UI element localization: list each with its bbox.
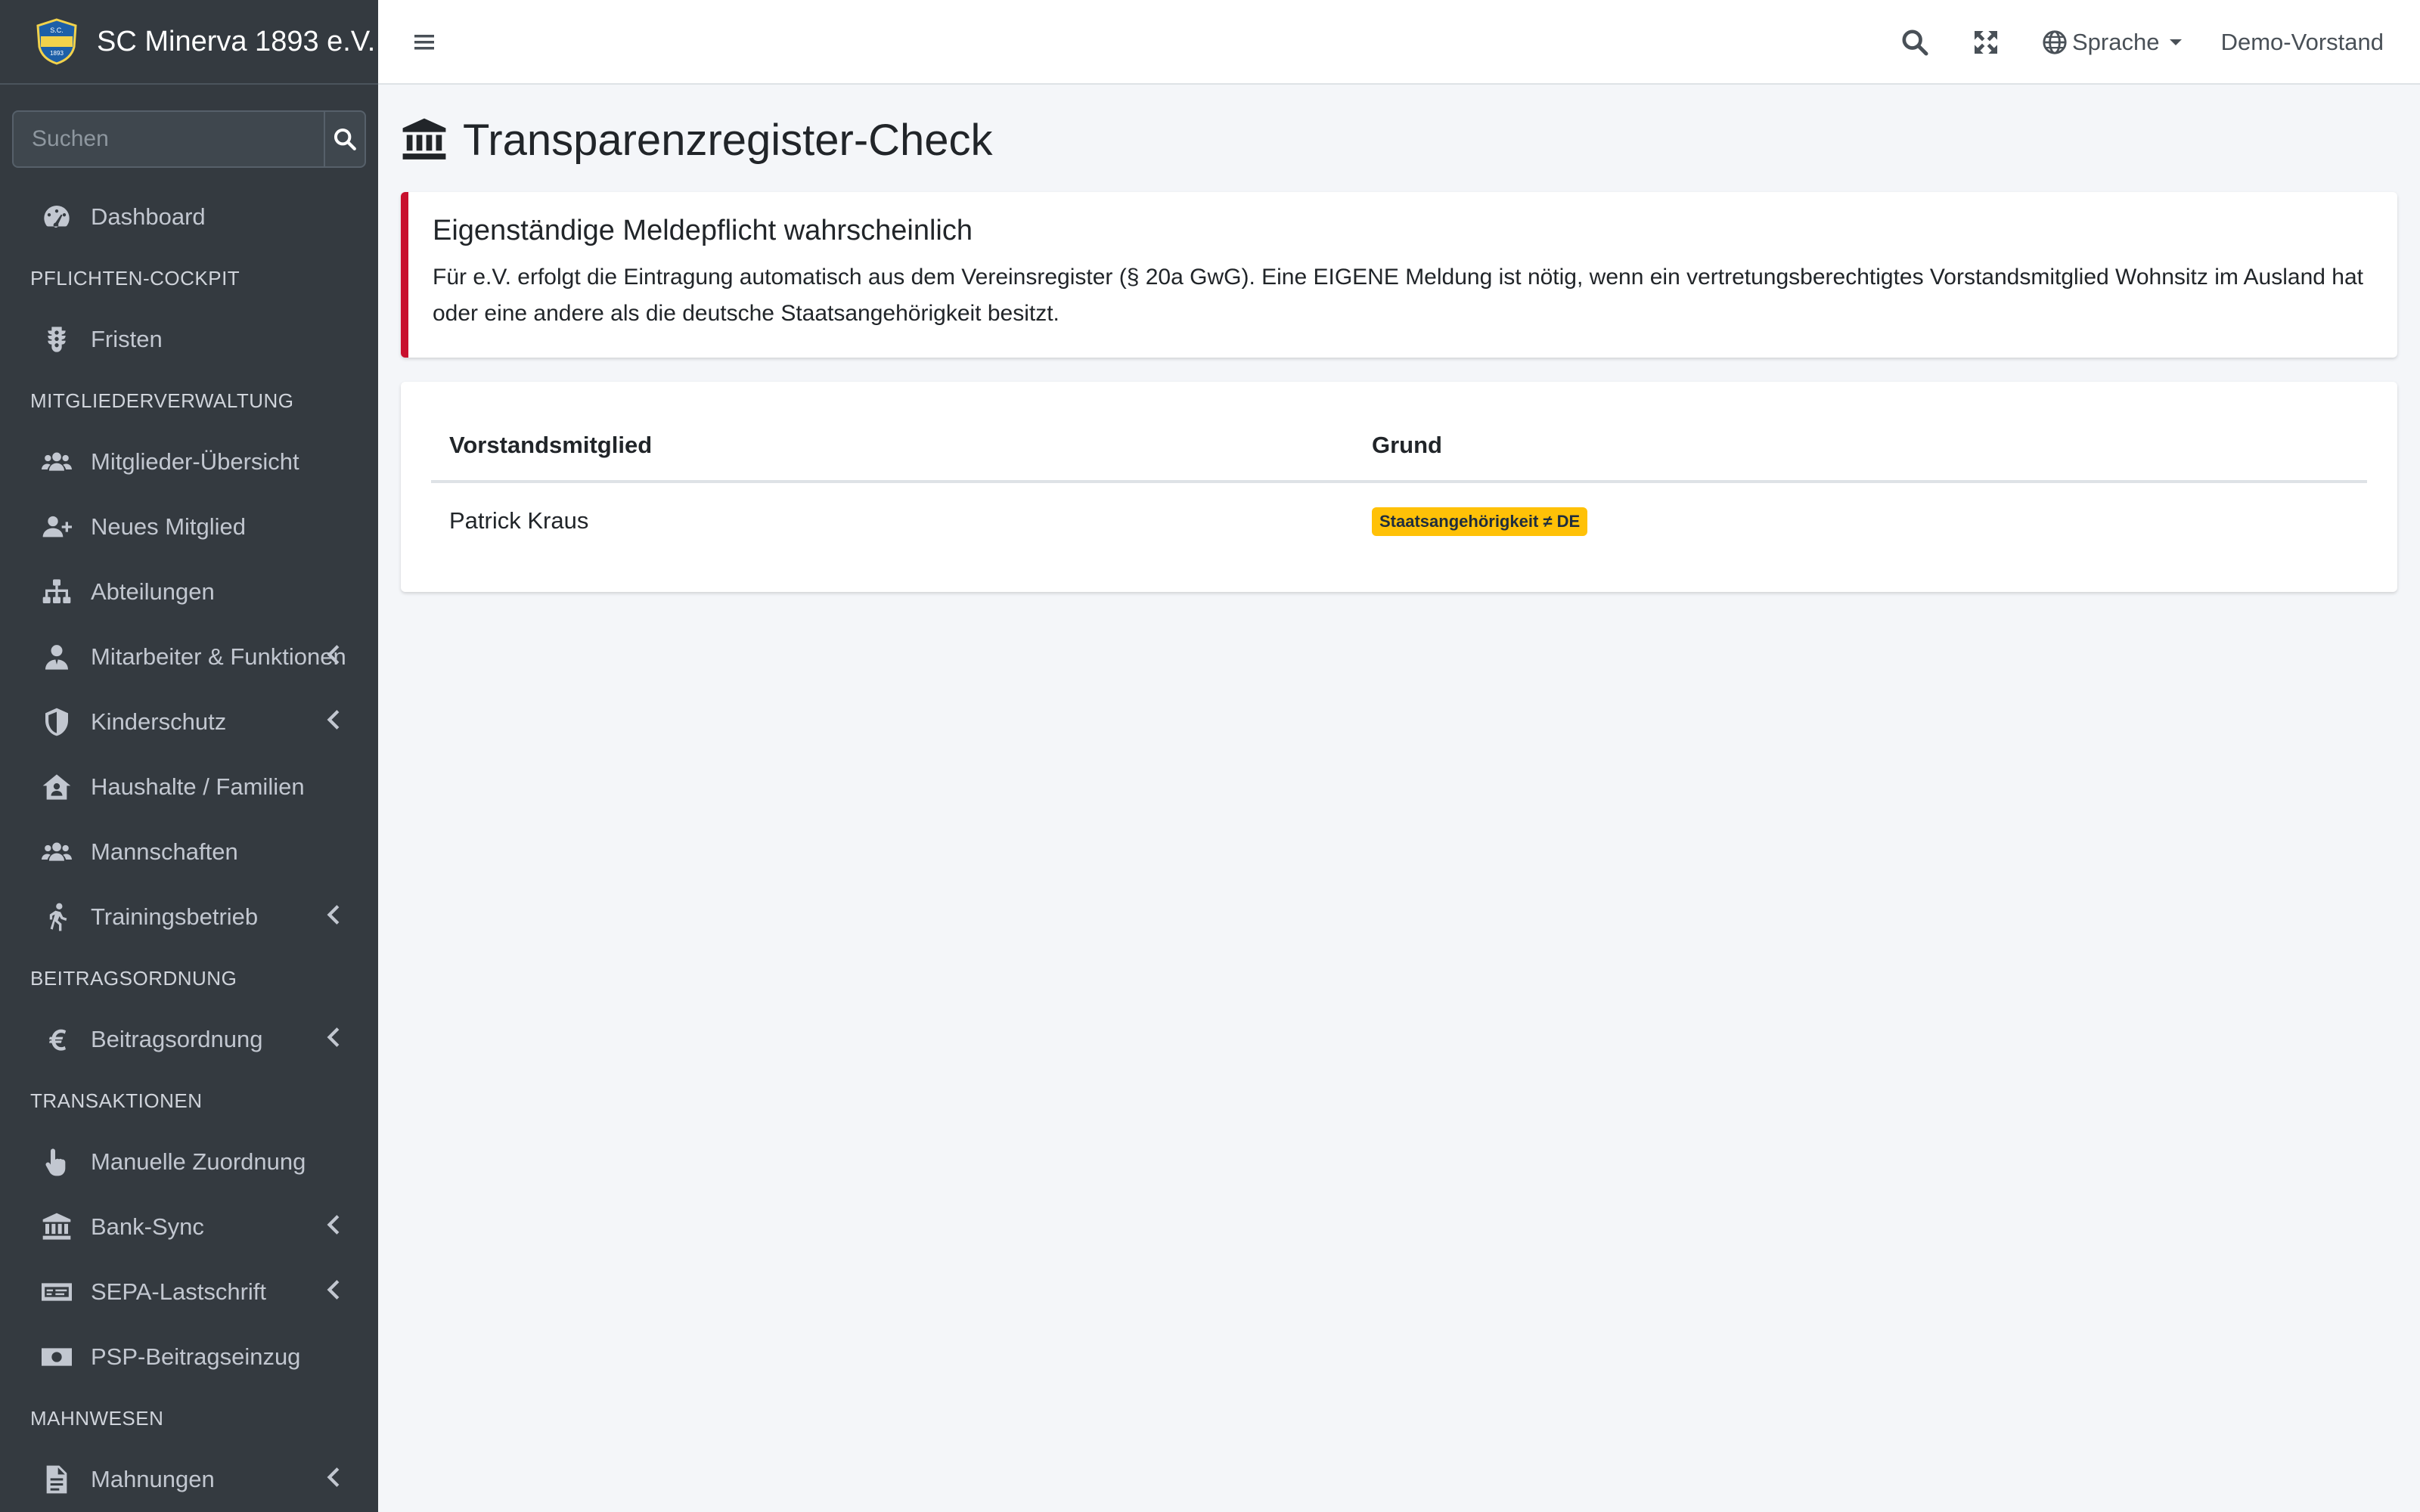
nav-header-beitragsordnung: BEITRAGSORDNUNG <box>30 967 237 990</box>
sidebar-item-mahnungen[interactable]: Mahnungen <box>0 1447 378 1512</box>
bank-icon <box>402 118 446 160</box>
sidebar-item-label: Neues Mitglied <box>91 513 247 540</box>
running-icon <box>39 900 74 934</box>
chevron-left-icon <box>327 643 342 671</box>
language-label: Sprache <box>2072 29 2160 55</box>
nav-header-pflichten: PFLICHTEN-COCKPIT <box>30 267 240 290</box>
traffic-light-icon <box>39 322 74 357</box>
caret-down-icon <box>2170 39 2183 45</box>
sidebar-item-neues-mitglied[interactable]: Neues Mitglied <box>0 494 378 559</box>
sitemap-icon <box>39 575 74 609</box>
house-user-icon <box>39 770 74 804</box>
nav-header-mahnwesen: MAHNWESEN <box>30 1407 164 1430</box>
file-alt-icon <box>39 1462 74 1497</box>
expand-arrows-icon <box>1975 31 1997 54</box>
club-logo-icon: S.C. 1893 <box>36 18 77 65</box>
brand-link[interactable]: S.C. 1893 SC Minerva 1893 e.V. <box>0 0 378 85</box>
bank-icon <box>39 1210 74 1244</box>
money-bill-icon <box>39 1340 74 1374</box>
sidebar-item-label: Kinderschutz <box>91 708 227 735</box>
nav-header-transaktionen: TRANSAKTIONEN <box>30 1089 203 1112</box>
sidebar-item-label: Mitglieder-Übersicht <box>91 448 299 475</box>
sidebar-item-mitglieder-uebersicht[interactable]: Mitglieder-Übersicht <box>0 429 378 494</box>
nav-header-mitglieder: MITGLIEDERVERWALTUNG <box>30 389 294 412</box>
sidebar-item-mannschaften[interactable]: Mannschaften <box>0 820 378 885</box>
sidebar-search-input[interactable] <box>14 112 324 166</box>
callout-text: Für e.V. erfolgt die Eintragung automati… <box>433 265 2364 326</box>
chevron-left-icon <box>327 708 342 736</box>
sidebar-item-label: PSP-Beitragseinzug <box>91 1343 301 1370</box>
chevron-left-icon <box>327 903 342 931</box>
sidebar-item-label: Abteilungen <box>91 578 215 605</box>
sidebar-item-trainingsbetrieb[interactable]: Trainingsbetrieb <box>0 885 378 950</box>
svg-text:1893: 1893 <box>50 50 64 57</box>
sidebar-item-beitragsordnung[interactable]: Beitragsordnung <box>0 1007 378 1072</box>
svg-text:S.C.: S.C. <box>50 26 64 34</box>
sidebar-item-dashboard[interactable]: Dashboard <box>0 184 378 249</box>
danger-callout: Eigenständige Meldepflicht wahrscheinlic… <box>401 192 2397 358</box>
sidebar-item-label: Mannschaften <box>91 838 238 865</box>
topbar: Sprache Demo-Vorstand <box>378 0 2420 85</box>
hamburger-menu-icon[interactable] <box>411 27 439 57</box>
reason-badge: Staatsangehörigkeit ≠ DE <box>1372 507 1588 536</box>
member-name: Patrick Kraus <box>449 507 589 534</box>
shield-icon <box>39 705 74 739</box>
user-menu[interactable]: Demo-Vorstand <box>2221 0 2384 85</box>
sidebar-item-label: SEPA-Lastschrift <box>91 1278 267 1305</box>
sidebar-item-label: Manuelle Zuordnung <box>91 1148 306 1175</box>
sidebar-item-bank-sync[interactable]: Bank-Sync <box>0 1194 378 1259</box>
sidebar-item-label: Mitarbeiter & Funktionen <box>91 643 346 670</box>
sidebar-item-abteilungen[interactable]: Abteilungen <box>0 559 378 624</box>
topbar-search-button[interactable] <box>1900 27 1930 61</box>
column-header-grund: Grund <box>1354 412 2367 483</box>
chevron-left-icon <box>327 1278 342 1306</box>
page-title: Transparenzregister-Check <box>401 109 2397 171</box>
board-members-table: Vorstandsmitglied Grund Patrick Kraus St… <box>431 412 2367 559</box>
hand-pointer-icon <box>39 1145 74 1179</box>
reason-cell: Staatsangehörigkeit ≠ DE <box>1354 482 2367 559</box>
sidebar-item-haushalte[interactable]: Haushalte / Familien <box>0 754 378 820</box>
chevron-left-icon <box>327 1026 342 1053</box>
sidebar-search-button[interactable] <box>324 112 365 166</box>
euro-icon <box>39 1022 74 1057</box>
user-tie-icon <box>39 640 74 674</box>
search-icon <box>334 128 356 150</box>
sidebar-item-label: Dashboard <box>91 203 206 230</box>
users-icon <box>39 445 74 479</box>
fullscreen-button[interactable] <box>1971 27 2001 61</box>
users-icon <box>39 835 74 869</box>
sidebar-item-manuelle-zuordnung[interactable]: Manuelle Zuordnung <box>0 1129 378 1194</box>
table-header-row: Vorstandsmitglied Grund <box>431 412 2367 483</box>
page-title-text: Transparenzregister-Check <box>463 115 993 165</box>
sidebar-item-label: Fristen <box>91 326 163 352</box>
sidebar-item-label: Mahnungen <box>91 1466 215 1492</box>
sidebar-search <box>12 110 366 168</box>
sidebar-item-label: Haushalte / Familien <box>91 773 305 800</box>
sidebar-item-label: Beitragsordnung <box>91 1026 263 1052</box>
user-name: Demo-Vorstand <box>2220 29 2384 55</box>
main-content: Transparenzregister-Check Eigenständige … <box>378 85 2420 1512</box>
sidebar-item-fristen[interactable]: Fristen <box>0 307 378 372</box>
sidebar-item-mitarbeiter[interactable]: Mitarbeiter & Funktionen <box>0 624 378 689</box>
chevron-left-icon <box>327 1466 342 1493</box>
table-row: Patrick Kraus Staatsangehörigkeit ≠ DE <box>431 482 2367 559</box>
gauge-icon <box>39 200 74 234</box>
globe-icon <box>2043 30 2067 54</box>
money-check-icon <box>39 1275 74 1309</box>
sidebar: S.C. 1893 SC Minerva 1893 e.V. Dashboard… <box>0 0 378 1512</box>
chevron-left-icon <box>327 1213 342 1241</box>
sidebar-item-psp-beitragseinzug[interactable]: PSP-Beitragseinzug <box>0 1325 378 1390</box>
callout-title: Eigenständige Meldepflicht wahrscheinlic… <box>433 215 973 246</box>
brand-name: SC Minerva 1893 e.V. <box>97 25 376 57</box>
sidebar-item-sepa-lastschrift[interactable]: SEPA-Lastschrift <box>0 1259 378 1325</box>
sidebar-item-label: Bank-Sync <box>91 1213 204 1240</box>
board-members-card: Vorstandsmitglied Grund Patrick Kraus St… <box>401 382 2397 592</box>
language-dropdown[interactable]: Sprache <box>2042 0 2183 85</box>
sidebar-item-label: Trainingsbetrieb <box>91 903 259 930</box>
user-plus-icon <box>39 510 74 544</box>
search-icon <box>1902 29 1928 56</box>
column-header-vorstandsmitglied: Vorstandsmitglied <box>431 412 1354 483</box>
sidebar-item-kinderschutz[interactable]: Kinderschutz <box>0 689 378 754</box>
